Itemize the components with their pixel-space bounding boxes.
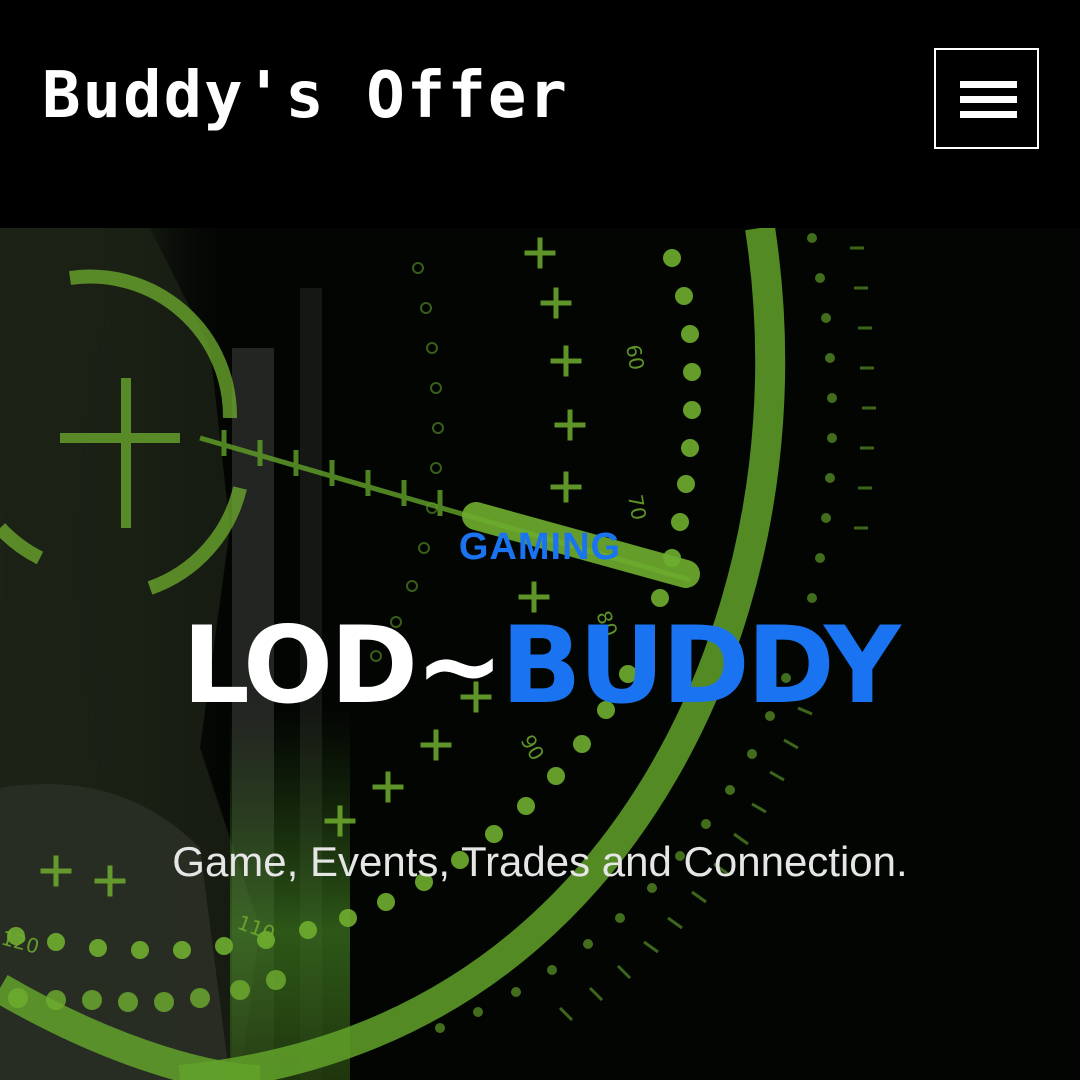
hero-tagline: Game, Events, Trades and Connection. (172, 838, 908, 885)
hero-title-part1: LOD~ (182, 604, 504, 727)
hero-kicker: GAMING (458, 526, 622, 568)
hero-title: LOD~BUDDY (0, 606, 1080, 726)
page: Buddy's Offer 60 70 80 90 120 110 GAMING… (0, 0, 1080, 1080)
hero-title-part2: BUDDY (500, 604, 901, 727)
menu-bar-top (960, 81, 1017, 88)
hero-section: 60 70 80 90 120 110 GAMING LOD~BUDDY Gam… (0, 228, 1080, 1080)
site-header: Buddy's Offer (0, 0, 1080, 228)
hero-content: GAMING LOD~BUDDY Game, Events, Trades an… (0, 228, 1080, 1080)
menu-button[interactable] (934, 48, 1039, 149)
brand-logo-text[interactable]: Buddy's Offer (42, 58, 569, 134)
menu-bar-bottom (960, 111, 1017, 118)
menu-bar-middle (960, 96, 1017, 103)
